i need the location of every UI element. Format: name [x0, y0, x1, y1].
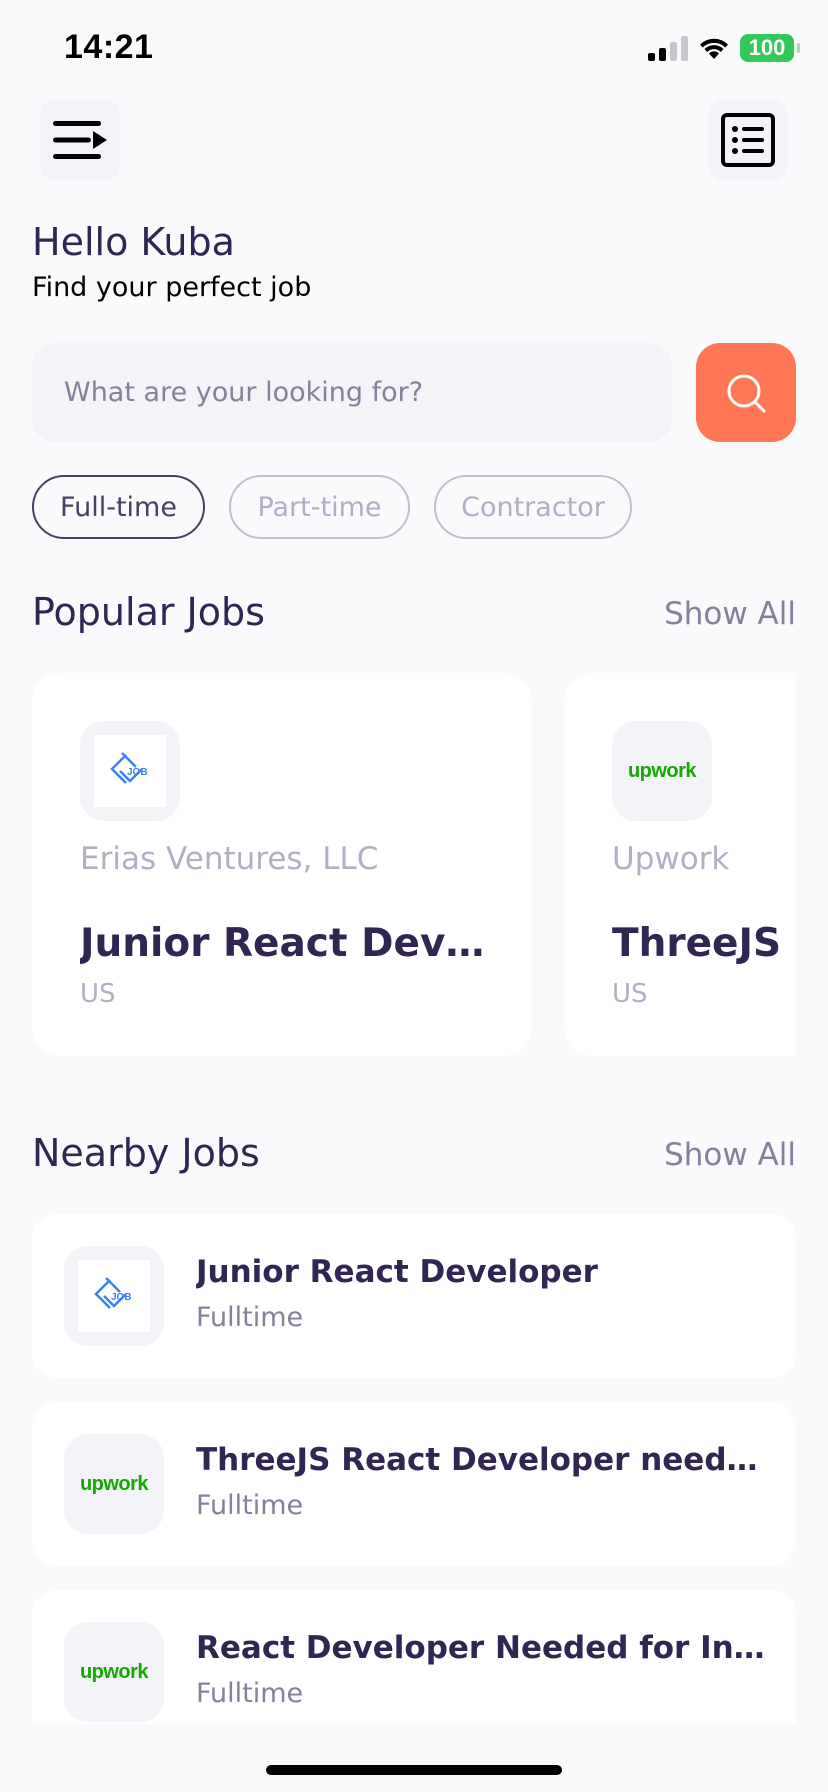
list-view-button[interactable] — [708, 100, 788, 180]
tab-contractor[interactable]: Contractor — [434, 475, 632, 539]
search-box — [32, 343, 672, 442]
popular-jobs-carousel[interactable]: JOB Erias Ventures, LLC Junior React Dev… — [32, 673, 796, 1058]
svg-text:JOB: JOB — [111, 1292, 132, 1303]
company-name: Erias Ventures, LLC — [80, 841, 379, 877]
status-indicators: 100 — [648, 34, 800, 62]
search-input[interactable] — [64, 377, 672, 408]
status-time: 14:21 — [64, 28, 154, 66]
status-bar: 14:21 100 — [0, 0, 828, 100]
nearby-show-all-link[interactable]: Show All — [664, 1137, 796, 1173]
company-logo: upwork — [64, 1622, 164, 1722]
job-title: React Developer Needed for Innovative Pr… — [196, 1630, 766, 1666]
greeting: Hello Kuba Find your perfect job — [32, 220, 311, 303]
job-title: ThreeJS React Developer needed for a pro… — [196, 1442, 766, 1478]
job-type: Fulltime — [196, 1490, 304, 1521]
menu-button[interactable] — [40, 100, 120, 180]
wifi-icon — [700, 38, 728, 59]
company-logo: JOB — [80, 721, 180, 821]
nearby-job-card[interactable]: JOB Junior React Developer Fulltime — [32, 1214, 796, 1378]
upwork-logo-icon: upwork — [79, 1660, 149, 1683]
company-logo: upwork — [612, 721, 712, 821]
nearby-job-card[interactable]: upwork ThreeJS React Developer needed fo… — [32, 1402, 796, 1566]
upwork-logo-icon: upwork — [627, 759, 697, 782]
search-icon — [727, 374, 766, 412]
battery-icon: 100 — [740, 34, 800, 62]
menu-icon — [53, 121, 107, 159]
job-location: US — [80, 979, 116, 1009]
company-logo: JOB — [64, 1246, 164, 1346]
svg-text:JOB: JOB — [127, 767, 148, 778]
job-title: Junior React Developer — [80, 921, 490, 966]
job-logo-icon: JOB — [94, 735, 166, 807]
job-type: Fulltime — [196, 1302, 304, 1333]
tab-full-time[interactable]: Full-time — [32, 475, 205, 539]
tab-part-time[interactable]: Part-time — [229, 475, 410, 539]
home-indicator — [266, 1765, 562, 1775]
popular-show-all-link[interactable]: Show All — [664, 596, 796, 632]
company-name: Upwork — [612, 841, 730, 877]
greeting-title: Hello Kuba — [32, 220, 235, 264]
job-title: ThreeJS React Developer needed — [612, 921, 796, 966]
popular-job-card[interactable]: upwork Upwork ThreeJS React Developer ne… — [564, 673, 796, 1056]
job-location: US — [612, 979, 648, 1009]
nearby-jobs-title: Nearby Jobs — [32, 1131, 260, 1175]
search-button[interactable] — [696, 343, 796, 442]
job-title: Junior React Developer — [196, 1254, 598, 1290]
cellular-signal-icon — [648, 35, 688, 61]
greeting-subtitle: Find your perfect job — [32, 272, 312, 303]
nearby-job-card[interactable]: upwork React Developer Needed for Innova… — [32, 1590, 796, 1724]
list-icon — [721, 113, 775, 167]
popular-job-card[interactable]: JOB Erias Ventures, LLC Junior React Dev… — [32, 673, 532, 1056]
job-logo-icon: JOB — [78, 1260, 150, 1332]
popular-jobs-title: Popular Jobs — [32, 590, 265, 634]
upwork-logo-icon: upwork — [79, 1472, 149, 1495]
company-logo: upwork — [64, 1434, 164, 1534]
job-type: Fulltime — [196, 1678, 304, 1709]
